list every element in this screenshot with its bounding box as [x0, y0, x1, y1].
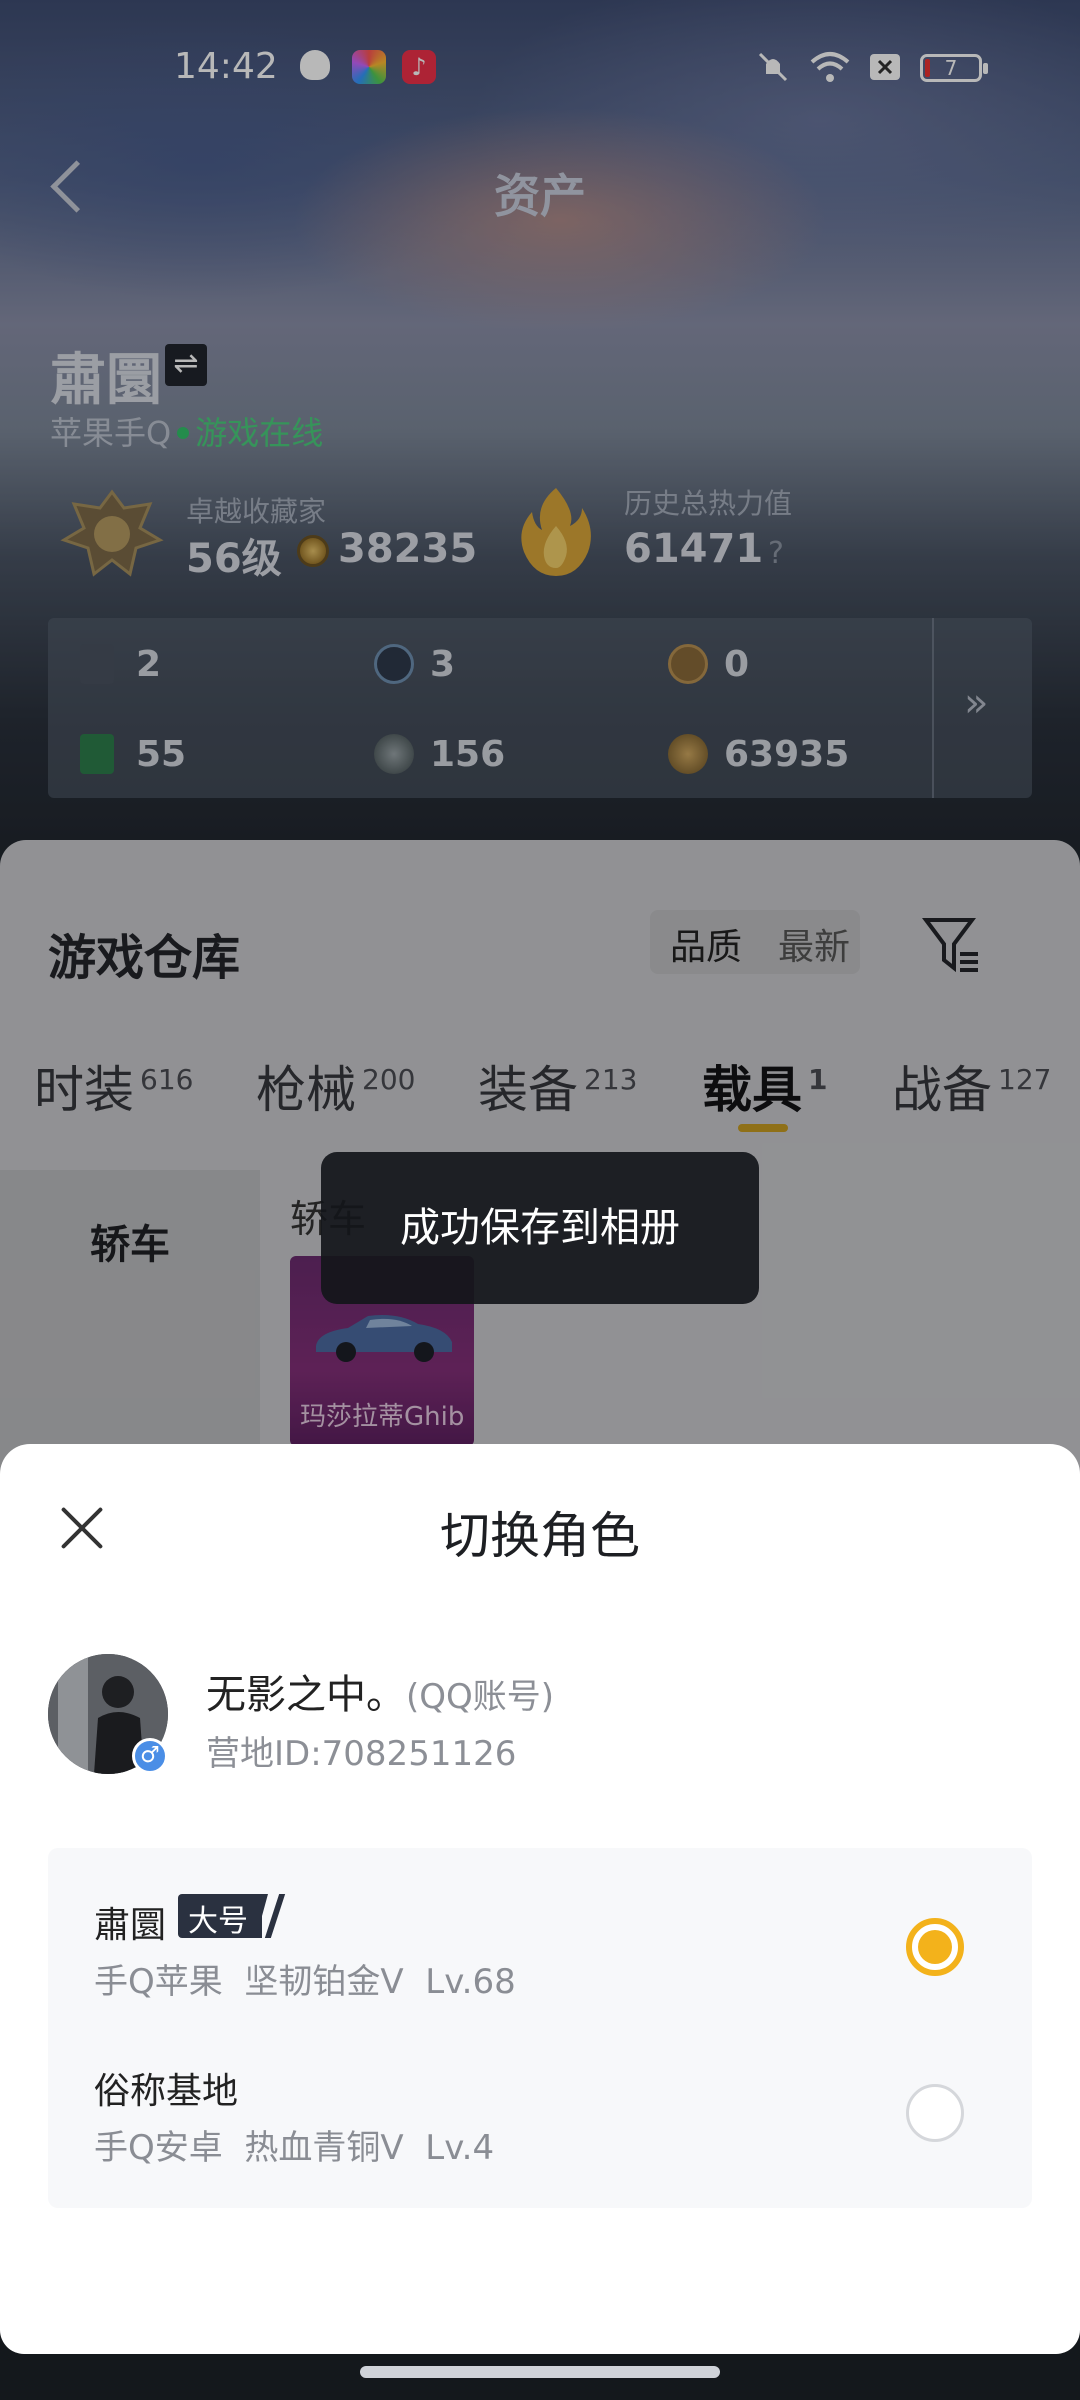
- role-name: 俗称基地: [94, 2071, 239, 2112]
- account-nickname: 无影之中。: [206, 1672, 406, 1718]
- role-radio-selected[interactable]: [906, 1918, 964, 1976]
- sheet-title: 切换角色: [440, 1507, 640, 1565]
- camp-id: 营地ID:708251126: [206, 1734, 517, 1774]
- account-name: 无影之中。(QQ账号): [206, 1662, 554, 1720]
- main-account-badge-label: 大号: [188, 1904, 248, 1939]
- role-detail: 手Q安卓 热血青铜V Lv.4: [94, 2128, 495, 2168]
- role-name: 肅圜: [94, 1905, 167, 1946]
- main-account-badge: 大号: [178, 1894, 286, 1939]
- male-gender-icon: ♂: [132, 1738, 168, 1774]
- role-radio[interactable]: [906, 2084, 964, 2142]
- role-detail: 手Q苹果 坚韧铂金V Lv.68: [94, 1962, 516, 2002]
- account-type: (QQ账号): [406, 1677, 555, 1717]
- role-list: 肅圜 大号 手Q苹果 坚韧铂金V Lv.68 俗称基地 手Q安卓 热血青铜V L…: [48, 1848, 1032, 2208]
- toast-message: 成功保存到相册: [321, 1152, 759, 1304]
- switch-role-sheet: 切换角色 ♂ 无影之中。(QQ账号) 营地ID:708251126 肅圜 大号 …: [0, 1444, 1080, 2354]
- home-indicator[interactable]: [360, 2366, 720, 2378]
